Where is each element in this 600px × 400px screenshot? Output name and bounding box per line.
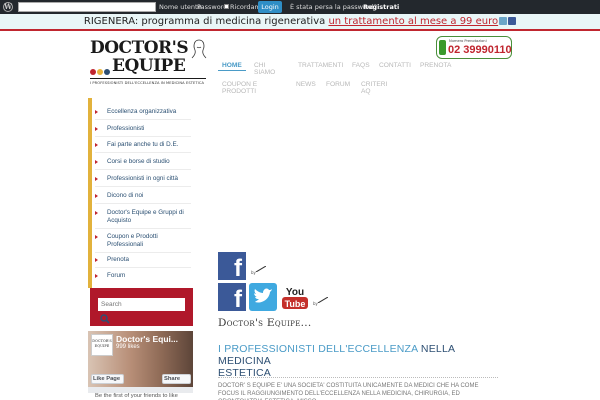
fb-like-label: Like Page: [93, 376, 121, 382]
feather-icon-2: [318, 297, 328, 303]
arrow-right-icon: [95, 143, 98, 147]
promo-banner: RIGENERA: programma di medicina rigenera…: [0, 14, 600, 31]
sidebar-item-prenota[interactable]: Prenota: [95, 256, 191, 264]
divider: [95, 252, 191, 253]
remember-checkbox[interactable]: [224, 4, 229, 9]
fb-share-label: Share: [164, 376, 181, 382]
nav-faqs[interactable]: FAQS: [352, 62, 370, 70]
nav-forum[interactable]: FORUM: [326, 81, 350, 89]
phone-booking-box[interactable]: Numero Prenotazioni 02 39990110: [436, 36, 512, 59]
sidebar-item-coupon[interactable]: Coupon e Prodotti Professionali: [95, 233, 191, 249]
content-body-text: DOCTOR' S EQUIPE E' UNA SOCIETA' COSTITU…: [218, 383, 479, 400]
divider: [95, 228, 191, 229]
site-logo[interactable]: DOCTOR'S EQUIPE I PROFESSIONISTI DELL'EC…: [86, 36, 211, 92]
arrow-right-icon: [95, 127, 98, 131]
facebook-share-button[interactable]: Share: [162, 374, 191, 384]
sidebar-item-fai-parte[interactable]: Fai parte anche tu di D.E.: [95, 141, 191, 149]
divider: [95, 119, 191, 120]
main-nav: HOME CHI SIAMO TRATTAMENTI FAQS CONTATTI…: [218, 58, 458, 108]
content-brand-title: Doctor's Equipe...: [218, 317, 312, 329]
arrow-right-icon: [95, 274, 98, 278]
arrow-right-icon: [95, 194, 98, 198]
divider: [95, 267, 191, 268]
arrow-right-icon: [95, 235, 98, 239]
nav-coupon-2[interactable]: PRODOTTI: [222, 88, 256, 96]
nav-criteri-2[interactable]: AQ: [361, 88, 371, 96]
nav-prenota[interactable]: PRENOTA: [420, 62, 451, 70]
divider: [95, 152, 191, 153]
svg-text:Tube: Tube: [285, 299, 306, 309]
sidebar-accent-bar: [88, 98, 92, 288]
banner-text: RIGENERA: programma di medicina rigenera…: [83, 16, 329, 27]
sidebar-item-professionisti[interactable]: Professionisti: [95, 125, 191, 133]
register-link[interactable]: Registrati: [363, 3, 399, 11]
facebook-icon[interactable]: f: [218, 252, 246, 280]
share-mini-icon[interactable]: [499, 17, 508, 25]
facebook-page-thumbnail: DOCTOR'S EQUIPE: [91, 334, 113, 356]
facebook-icon-2[interactable]: f: [218, 283, 246, 311]
content-heading: I PROFESSIONISTI DELL'ECCELLENZA NELLA M…: [218, 343, 498, 379]
search-icon[interactable]: [100, 314, 110, 324]
logo-text-line1: DOCTOR'S: [90, 38, 189, 58]
twitter-icon[interactable]: [249, 283, 277, 311]
phone-number[interactable]: 02 39990110: [448, 44, 512, 56]
nav-chi-siamo-2[interactable]: SIAMO: [254, 69, 275, 77]
svg-text:You: You: [286, 287, 304, 298]
facebook-mini-icon[interactable]: [508, 17, 517, 25]
facebook-footer-text: Be the first of your friends to like: [95, 393, 178, 399]
divider: [95, 186, 191, 187]
arrow-right-icon: [95, 258, 98, 262]
nav-news[interactable]: NEWS: [296, 81, 316, 89]
username-label: Nome utente: [159, 3, 202, 11]
heading-part-a: I PROFESSIONISTI DELL'ECCELLENZA: [218, 343, 421, 355]
facebook-page-name[interactable]: Doctor's Equi...: [116, 334, 178, 344]
phone-icon: [439, 40, 446, 55]
divider: [95, 203, 191, 204]
arrow-right-icon: [95, 211, 98, 215]
sidebar-item-dicono[interactable]: Dicono di noi: [95, 192, 191, 200]
sidebar-item-eccellenza[interactable]: Eccellenza organizzativa: [95, 108, 191, 116]
youtube-icon[interactable]: You Tube: [281, 283, 309, 311]
sidebar-menu: Eccellenza organizzativa Professionisti …: [88, 98, 193, 288]
arrow-right-icon: [95, 160, 98, 164]
nav-home-underline: [218, 70, 246, 71]
logo-portrait-icon: [191, 39, 207, 59]
sidebar-item-corsi[interactable]: Corsi e borse di studio: [95, 158, 191, 166]
feather-icon: [256, 266, 266, 272]
arrow-right-icon: [95, 177, 98, 181]
content-divider: [218, 377, 498, 378]
arrow-right-icon: [95, 110, 98, 114]
logo-text-line2: EQUIPE: [112, 56, 186, 76]
password-label: Password: [197, 3, 228, 11]
facebook-likes-count: 999 likes: [116, 344, 140, 350]
facebook-page-widget[interactable]: DOCTOR'S EQUIPE Doctor's Equi... 999 lik…: [88, 331, 193, 399]
facebook-like-button[interactable]: Like Page: [91, 374, 124, 384]
wordpress-icon[interactable]: W: [3, 2, 13, 12]
logo-tagline: I PROFESSIONISTI DELL'ECCELLENZA IN MEDI…: [90, 81, 205, 85]
sidebar-item-gruppi[interactable]: Doctor's Equipe e Gruppi di Acquisto: [95, 209, 191, 225]
banner-link[interactable]: un trattamento al mese a 99 euro: [328, 16, 498, 27]
login-button[interactable]: Login: [258, 1, 282, 13]
nav-home[interactable]: HOME: [222, 62, 242, 70]
sidebar-item-forum[interactable]: Forum: [95, 272, 191, 280]
admin-login-field[interactable]: [18, 2, 156, 12]
admin-bar: W Nome utente Password Ricordami Login È…: [0, 0, 600, 14]
phone-label: Numero Prenotazioni: [449, 39, 487, 43]
sidebar-item-citta[interactable]: Professionisti in ogni città: [95, 175, 191, 183]
logo-rule: [90, 78, 206, 79]
nav-trattamenti[interactable]: TRATTAMENTI: [298, 62, 343, 70]
divider: [95, 169, 191, 170]
search-input[interactable]: [98, 298, 185, 311]
divider: [95, 136, 191, 137]
nav-contatti[interactable]: CONTATTI: [379, 62, 411, 70]
